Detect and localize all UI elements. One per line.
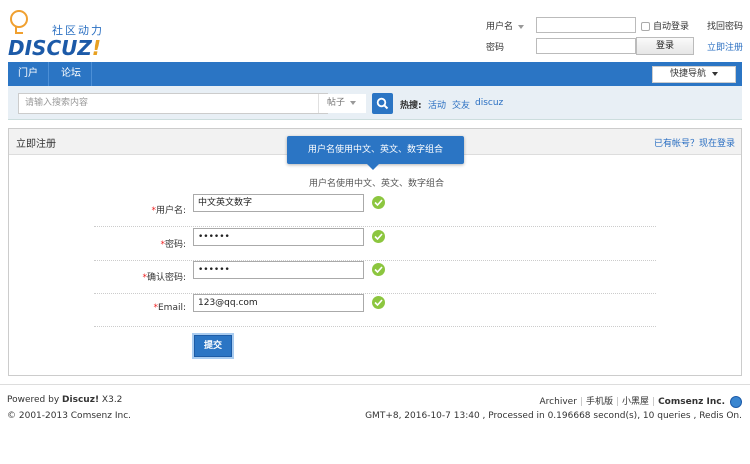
search-type-select[interactable]: 帖子 xyxy=(318,94,366,113)
email-field-label: *Email: xyxy=(153,303,186,313)
hot-search-label: 热搜: xyxy=(400,101,422,111)
copyright: © 2001-2013 Comsenz Inc. xyxy=(7,411,132,421)
chevron-down-icon xyxy=(350,100,357,105)
check-icon xyxy=(372,230,385,243)
username-field[interactable]: 中文英文数字 xyxy=(193,194,364,212)
password-field-label: *密码: xyxy=(160,237,186,250)
username-tooltip: 用户名使用中文、英文、数字组合 xyxy=(287,136,464,170)
footer-link-archiver[interactable]: Archiver xyxy=(540,397,577,407)
powered-version: X3.2 xyxy=(101,395,123,405)
chevron-down-icon xyxy=(712,71,718,76)
nav-item-forum[interactable]: 论坛 xyxy=(51,62,92,86)
quick-nav-button[interactable]: 快捷导航 xyxy=(652,66,736,83)
login-row-username: 用户名 自动登录 找回密码 xyxy=(486,17,746,33)
search-button[interactable] xyxy=(372,93,393,114)
confirm-password-field-label: *确认密码: xyxy=(142,270,186,283)
username-hint: 用户名使用中文、英文、数字组合 xyxy=(309,179,445,189)
email-field[interactable]: 123@qq.com xyxy=(193,294,364,312)
check-icon xyxy=(372,196,385,209)
forgot-password-link[interactable]: 找回密码 xyxy=(707,19,743,32)
footer-link-mobile[interactable]: 手机版 xyxy=(586,397,613,407)
password-field-label-text: 密码: xyxy=(164,240,186,250)
username-label: 用户名 xyxy=(486,22,514,32)
search-input[interactable]: 请输入搜索内容 xyxy=(18,93,328,114)
check-icon xyxy=(372,296,385,309)
hot-link-activity[interactable]: 活动 xyxy=(428,98,446,111)
auto-login-checkbox[interactable]: 自动登录 xyxy=(641,19,689,32)
login-row-password: 密码 登录 立即注册 xyxy=(486,37,746,55)
submit-button[interactable]: 提交 xyxy=(194,335,232,357)
search-icon xyxy=(376,97,389,110)
confirm-password-field-label-text: 确认密码: xyxy=(146,273,186,283)
footer-company[interactable]: Comsenz Inc. xyxy=(658,397,725,407)
checkbox-icon[interactable] xyxy=(641,22,650,31)
footer-divider xyxy=(0,384,750,385)
site-header: 社区动力 DISCUZ! 用户名 自动登录 找回密码 密码 登录 立即注册 xyxy=(0,0,750,62)
lightbulb-icon xyxy=(10,10,28,34)
powered-brand-link[interactable]: Discuz! xyxy=(62,395,99,405)
register-link[interactable]: 立即注册 xyxy=(707,40,743,53)
username-field-label: *用户名: xyxy=(151,203,186,216)
powered-prefix: Powered by xyxy=(7,395,60,405)
check-icon xyxy=(372,263,385,276)
nav-item-portal[interactable]: 门户 xyxy=(8,62,49,86)
username-field-label-text: 用户名: xyxy=(155,206,186,216)
register-title: 立即注册 xyxy=(16,139,56,150)
chevron-down-icon xyxy=(518,24,525,29)
security-badge-icon[interactable] xyxy=(730,395,742,408)
logo-word-bang: ! xyxy=(91,36,101,60)
auto-login-label: 自动登录 xyxy=(653,22,690,32)
footer-stats: GMT+8, 2016-10-7 13:40 , Processed in 0.… xyxy=(365,411,742,421)
password-field[interactable]: •••••• xyxy=(193,228,364,246)
search-type-label: 帖子 xyxy=(327,98,346,108)
form-row-password: *密码: •••••• xyxy=(94,228,656,261)
main-nav: 门户 论坛 快捷导航 xyxy=(8,62,742,86)
password-label: 密码 xyxy=(486,43,505,53)
search-bar: 请输入搜索内容 帖子 热搜: 活动 交友 discuz xyxy=(8,86,742,120)
logo-word-text: DISCUZ xyxy=(8,36,92,60)
username-input[interactable] xyxy=(536,17,636,33)
login-now-link[interactable]: 已有帐号？现在登录 xyxy=(654,136,735,149)
hot-link-discuz[interactable]: discuz xyxy=(475,98,503,108)
confirm-password-field[interactable]: •••••• xyxy=(193,261,364,279)
login-button[interactable]: 登录 xyxy=(636,37,694,55)
form-row-email: *Email: 123@qq.com xyxy=(94,294,656,327)
username-type-select[interactable]: 用户名 xyxy=(486,19,525,32)
footer-links: Archiver | 手机版 | 小黑屋 | Comsenz Inc. xyxy=(540,394,742,408)
logo-wordmark: DISCUZ! xyxy=(8,36,101,60)
form-row-username: *用户名: 中文英文数字 xyxy=(94,194,656,227)
form-row-confirm-password: *确认密码: •••••• xyxy=(94,261,656,294)
quick-nav-label: 快捷导航 xyxy=(669,69,706,79)
hot-link-friends[interactable]: 交友 xyxy=(452,98,470,111)
powered-by: Powered by Discuz! X3.2 xyxy=(7,395,122,405)
site-logo[interactable]: 社区动力 DISCUZ! xyxy=(8,10,118,60)
footer-link-blackroom[interactable]: 小黑屋 xyxy=(622,397,649,407)
password-input[interactable] xyxy=(536,38,636,54)
register-panel: 立即注册 已有帐号？现在登录 用户名使用中文、英文、数字组合 用户名使用中文、英… xyxy=(8,128,742,376)
email-field-label-text: Email: xyxy=(157,303,186,313)
